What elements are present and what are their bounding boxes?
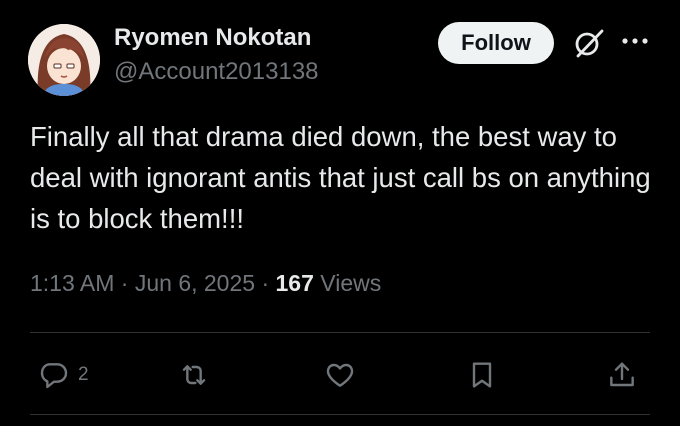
avatar[interactable] xyxy=(28,24,100,96)
tweet-text: Finally all that drama died down, the be… xyxy=(30,121,651,234)
divider-bottom xyxy=(30,414,650,415)
share-button[interactable] xyxy=(606,358,638,392)
retweet-button[interactable] xyxy=(178,358,210,392)
reply-icon xyxy=(40,363,68,389)
heart-icon xyxy=(326,363,354,387)
bookmark-button[interactable] xyxy=(466,358,498,392)
views-count: 167 xyxy=(275,270,314,296)
tweet-card: Ryomen Nokotan @Account2013138 Follow Fi… xyxy=(0,0,680,426)
meta-separator: · xyxy=(255,270,276,296)
tweet-time[interactable]: 1:13 AM xyxy=(30,270,114,296)
retweet-icon xyxy=(182,365,206,385)
share-icon xyxy=(610,362,634,387)
tweet-meta: 1:13 AM · Jun 6, 2025 · 167 Views xyxy=(30,270,381,297)
views-label: Views xyxy=(320,270,382,296)
tweet-date[interactable]: Jun 6, 2025 xyxy=(135,270,255,296)
like-button[interactable] xyxy=(324,358,356,392)
grok-icon[interactable] xyxy=(572,26,606,60)
follow-button[interactable]: Follow xyxy=(438,22,554,64)
bookmark-icon xyxy=(472,362,492,388)
reply-count: 2 xyxy=(78,364,89,385)
author-display-name[interactable]: Ryomen Nokotan xyxy=(114,24,311,52)
more-icon[interactable] xyxy=(620,34,650,48)
author-handle[interactable]: @Account2013138 xyxy=(114,58,319,86)
reply-button[interactable]: 2 xyxy=(38,358,89,392)
meta-separator: · xyxy=(114,270,135,296)
divider-top xyxy=(30,332,650,333)
